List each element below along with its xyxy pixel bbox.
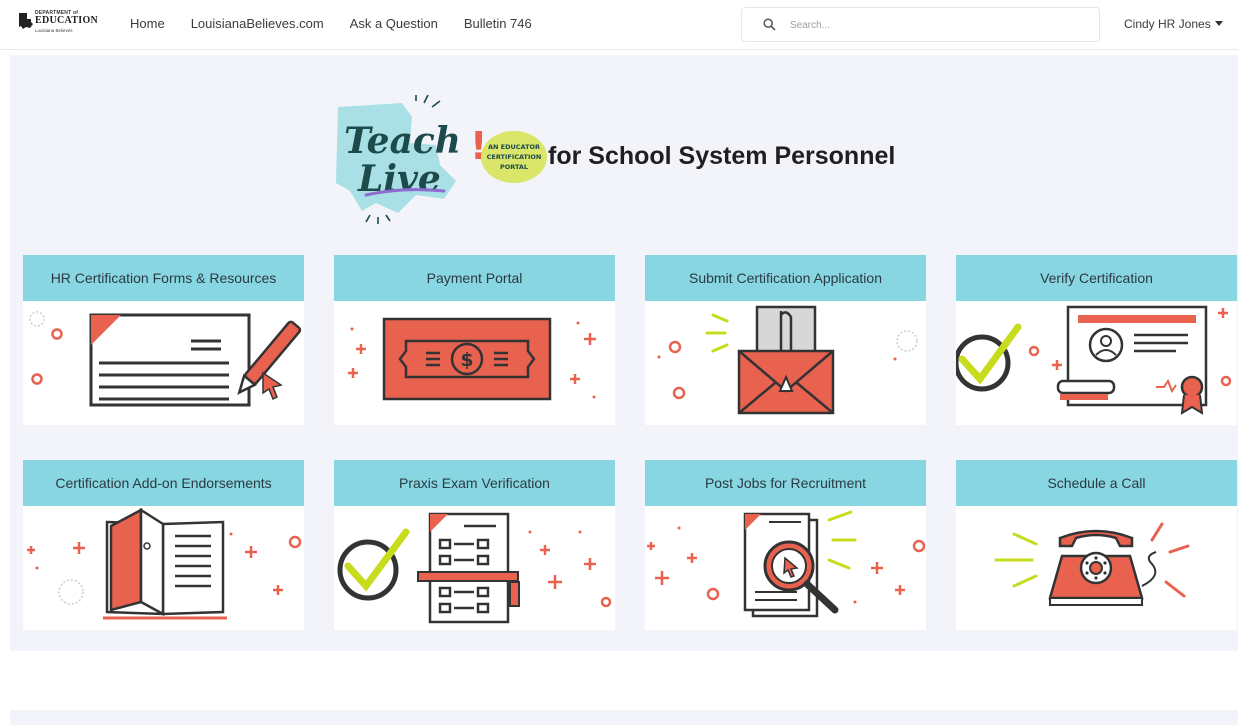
top-navigation-bar: DEPARTMENT of EDUCATION Louisiana Believ…	[0, 0, 1239, 50]
search-box	[741, 7, 1100, 42]
teach-live-logo: Teach Live ! AN EDUCATOR CERTIFICATION P…	[336, 94, 547, 224]
tile-label: Payment Portal	[334, 255, 615, 301]
svg-text:$: $	[460, 349, 473, 371]
form-pen-icon	[29, 311, 302, 407]
tile-label: Post Jobs for Recruitment	[645, 460, 926, 506]
logo-line-tagline: Louisiana Believes	[35, 28, 73, 33]
footer-strip	[10, 710, 1238, 725]
tile-certification-add-on-endorsements[interactable]: Certification Add-on Endorsements	[23, 460, 304, 630]
search-icon[interactable]	[763, 18, 776, 31]
nav-home[interactable]: Home	[130, 16, 165, 31]
tile-submit-certification-application[interactable]: Submit Certification Application	[645, 255, 926, 425]
dollar-bill-icon: $	[348, 317, 596, 401]
tile-label: HR Certification Forms & Resources	[23, 255, 304, 301]
tile-post-jobs-for-recruitment[interactable]: Post Jobs for Recruitment	[645, 460, 926, 630]
tile-schedule-a-call[interactable]: Schedule a Call	[956, 460, 1237, 630]
tile-label: Schedule a Call	[956, 460, 1237, 506]
logo-badge-line1: AN EDUCATOR	[488, 143, 540, 151]
tile-label: Praxis Exam Verification	[334, 460, 615, 506]
magnifier-document-icon	[647, 510, 926, 618]
tile-label: Submit Certification Application	[645, 255, 926, 301]
teach-live-brand: Teach Live ! AN EDUCATOR CERTIFICATION P…	[332, 94, 952, 225]
louisiana-state-icon	[19, 13, 33, 29]
tile-verify-certification[interactable]: Verify Certification	[956, 255, 1237, 425]
logo-badge-line2: CERTIFICATION	[487, 153, 542, 161]
main-nav: Home LouisianaBelieves.com Ask a Questio…	[130, 16, 532, 31]
tile-praxis-exam-verification[interactable]: Praxis Exam Verification	[334, 460, 615, 630]
tile-payment-portal[interactable]: Payment Portal $	[334, 255, 615, 425]
search-input[interactable]	[790, 16, 1080, 34]
department-of-education-logo[interactable]: DEPARTMENT of EDUCATION Louisiana Believ…	[18, 10, 99, 38]
chevron-down-icon	[1214, 21, 1223, 26]
exam-check-icon	[337, 512, 612, 624]
logo-line-education: EDUCATION	[35, 15, 99, 26]
logo-badge-line3: PORTAL	[500, 163, 528, 171]
open-book-icon	[27, 507, 302, 620]
nav-louisianabelieves[interactable]: LouisianaBelieves.com	[191, 16, 324, 31]
tile-label: Verify Certification	[956, 255, 1237, 301]
user-menu[interactable]: Cindy HR Jones	[1124, 17, 1223, 31]
nav-bulletin-746[interactable]: Bulletin 746	[464, 16, 532, 31]
tile-label: Certification Add-on Endorsements	[23, 460, 304, 506]
certificate-check-icon	[956, 305, 1232, 415]
envelope-clip-icon	[657, 305, 918, 415]
page-title: for School System Personnel	[548, 142, 896, 170]
hero-section: Teach Live ! AN EDUCATOR CERTIFICATION P…	[10, 55, 1238, 651]
user-name: Cindy HR Jones	[1124, 17, 1211, 31]
telephone-icon	[994, 522, 1190, 606]
logo-word-teach: Teach	[344, 120, 461, 162]
nav-ask-a-question[interactable]: Ask a Question	[350, 16, 438, 31]
tile-hr-certification-forms[interactable]: HR Certification Forms & Resources	[23, 255, 304, 425]
